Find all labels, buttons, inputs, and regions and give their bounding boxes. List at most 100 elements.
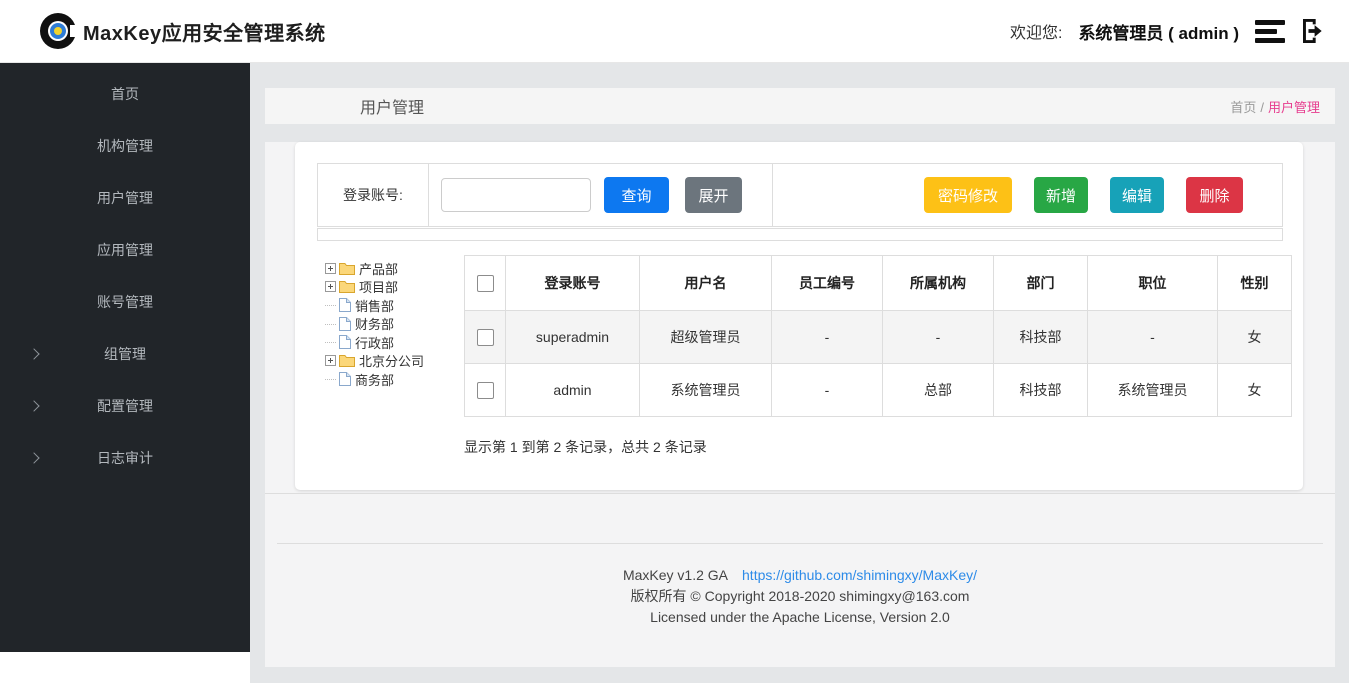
sidebar-item-应用管理[interactable]: 应用管理 (0, 224, 250, 276)
table-cell: superadmin (506, 311, 640, 364)
tree-node[interactable]: 行政部 (325, 333, 463, 352)
main-content: 用户管理 首页 / 用户管理 登录账号: 查询 展开 密码修改 新增 编辑 删除 产… (250, 63, 1349, 683)
table-cell: - (1088, 311, 1218, 364)
user-table: 登录账号用户名员工编号所属机构部门职位性别 superadmin超级管理员--科… (464, 255, 1292, 417)
expand-icon[interactable] (325, 263, 336, 274)
github-link[interactable]: https://github.com/shimingxy/MaxKey/ (742, 567, 977, 583)
add-button[interactable]: 新增 (1034, 177, 1088, 213)
record-summary: 显示第 1 到第 2 条记录，总共 2 条记录 (464, 437, 707, 457)
table-row[interactable]: admin系统管理员-总部科技部系统管理员女 (465, 364, 1292, 417)
sidebar-item-label: 首页 (111, 84, 139, 104)
chevron-right-icon (28, 400, 39, 411)
current-user: 系统管理员 ( admin ) (1078, 19, 1239, 44)
chevron-right-icon (28, 452, 39, 463)
change-password-button[interactable]: 密码修改 (924, 177, 1012, 213)
section-divider (265, 493, 1335, 494)
select-all-checkbox[interactable] (477, 275, 494, 292)
tree-connector (325, 378, 336, 380)
query-button[interactable]: 查询 (604, 177, 669, 213)
sidebar-item-首页[interactable]: 首页 (0, 68, 250, 120)
table-cell: - (772, 364, 883, 417)
column-header[interactable]: 职位 (1088, 256, 1218, 311)
login-account-input[interactable] (441, 178, 591, 212)
row-checkbox[interactable] (477, 382, 494, 399)
table-cell: 系统管理员 (1088, 364, 1218, 417)
page-title-bar: 用户管理 首页 / 用户管理 (265, 88, 1335, 124)
expand-icon[interactable] (325, 281, 336, 292)
footer-copyright: 版权所有 © Copyright 2018-2020 shimingxy@163… (277, 586, 1323, 607)
breadcrumb-separator: / (1260, 100, 1264, 115)
page-footer: MaxKey v1.2 GA https://github.com/shiming… (277, 543, 1323, 628)
tree-node[interactable]: 销售部 (325, 296, 463, 315)
top-header: MaxKey应用安全管理系统 欢迎您: 系统管理员 ( admin ) (0, 0, 1349, 63)
tree-node-label: 北京分公司 (359, 351, 424, 370)
sidebar-item-用户管理[interactable]: 用户管理 (0, 172, 250, 224)
welcome-label: 欢迎您: (1010, 19, 1062, 43)
column-header[interactable]: 登录账号 (506, 256, 640, 311)
breadcrumb-home[interactable]: 首页 (1230, 100, 1256, 115)
column-header[interactable]: 用户名 (640, 256, 772, 311)
table-row[interactable]: superadmin超级管理员--科技部-女 (465, 311, 1292, 364)
column-header[interactable]: 所属机构 (883, 256, 994, 311)
expand-button[interactable]: 展开 (685, 177, 742, 213)
table-body: superadmin超级管理员--科技部-女admin系统管理员-总部科技部系统… (465, 311, 1292, 417)
user-area: 欢迎您: 系统管理员 ( admin ) (1010, 15, 1329, 47)
tree-node-label: 销售部 (355, 296, 394, 315)
content-panel: 登录账号: 查询 展开 密码修改 新增 编辑 删除 产品部项目部销售部财务部行政… (265, 142, 1335, 667)
login-account-label: 登录账号: (318, 164, 429, 226)
sidebar-item-label: 应用管理 (97, 240, 153, 260)
tree-node[interactable]: 产品部 (325, 259, 463, 278)
sidebar-item-账号管理[interactable]: 账号管理 (0, 276, 250, 328)
sidebar-item-日志审计[interactable]: 日志审计 (0, 432, 250, 484)
maxkey-logo-icon (38, 11, 78, 51)
page-title: 用户管理 (360, 94, 424, 118)
search-form: 登录账号: 查询 展开 密码修改 新增 编辑 删除 (317, 163, 1283, 227)
edit-button[interactable]: 编辑 (1110, 177, 1164, 213)
folder-icon (339, 280, 355, 293)
row-checkbox[interactable] (477, 329, 494, 346)
table-toolbar (317, 228, 1283, 241)
table-cell: 女 (1218, 311, 1292, 364)
footer-version-line: MaxKey v1.2 GA https://github.com/shiming… (277, 565, 1323, 586)
file-icon (339, 298, 351, 312)
footer-version: MaxKey v1.2 GA (623, 567, 728, 583)
file-icon (339, 335, 351, 349)
breadcrumb-current: 用户管理 (1268, 100, 1320, 115)
tree-node[interactable]: 财务部 (325, 315, 463, 334)
sidebar-item-label: 账号管理 (97, 292, 153, 312)
tree-node[interactable]: 商务部 (325, 370, 463, 389)
table-cell: 总部 (883, 364, 994, 417)
tree-connector (325, 304, 336, 306)
menu-toggle-icon[interactable] (1255, 20, 1285, 43)
table-cell: 女 (1218, 364, 1292, 417)
folder-icon (339, 262, 355, 275)
sidebar-item-配置管理[interactable]: 配置管理 (0, 380, 250, 432)
table-cell: 系统管理员 (640, 364, 772, 417)
user-management-card: 登录账号: 查询 展开 密码修改 新增 编辑 删除 产品部项目部销售部财务部行政… (295, 142, 1303, 490)
column-header[interactable]: 员工编号 (772, 256, 883, 311)
tree-node-label: 项目部 (359, 277, 398, 296)
breadcrumb: 首页 / 用户管理 (1230, 97, 1320, 116)
sidebar: 首页机构管理用户管理应用管理账号管理组管理配置管理日志审计 (0, 63, 250, 652)
sidebar-item-label: 组管理 (104, 344, 146, 364)
logo-yellow-dot (54, 27, 62, 35)
action-buttons: 密码修改 新增 编辑 删除 (924, 177, 1243, 213)
delete-button[interactable]: 删除 (1186, 177, 1243, 213)
sidebar-item-机构管理[interactable]: 机构管理 (0, 120, 250, 172)
file-icon (339, 317, 351, 331)
expand-icon[interactable] (325, 355, 336, 366)
sidebar-item-组管理[interactable]: 组管理 (0, 328, 250, 380)
form-divider (772, 164, 773, 226)
table-header: 登录账号用户名员工编号所属机构部门职位性别 (465, 256, 1292, 311)
logout-icon[interactable] (1297, 15, 1329, 47)
table-cell: - (772, 311, 883, 364)
table-cell: - (883, 311, 994, 364)
column-header[interactable]: 部门 (994, 256, 1088, 311)
tree-connector (325, 341, 336, 343)
footer-license: Licensed under the Apache License, Versi… (277, 607, 1323, 628)
logo-gap (70, 25, 78, 37)
table-cell: admin (506, 364, 640, 417)
tree-node[interactable]: 北京分公司 (325, 352, 463, 371)
tree-node[interactable]: 项目部 (325, 278, 463, 297)
column-header[interactable]: 性别 (1218, 256, 1292, 311)
